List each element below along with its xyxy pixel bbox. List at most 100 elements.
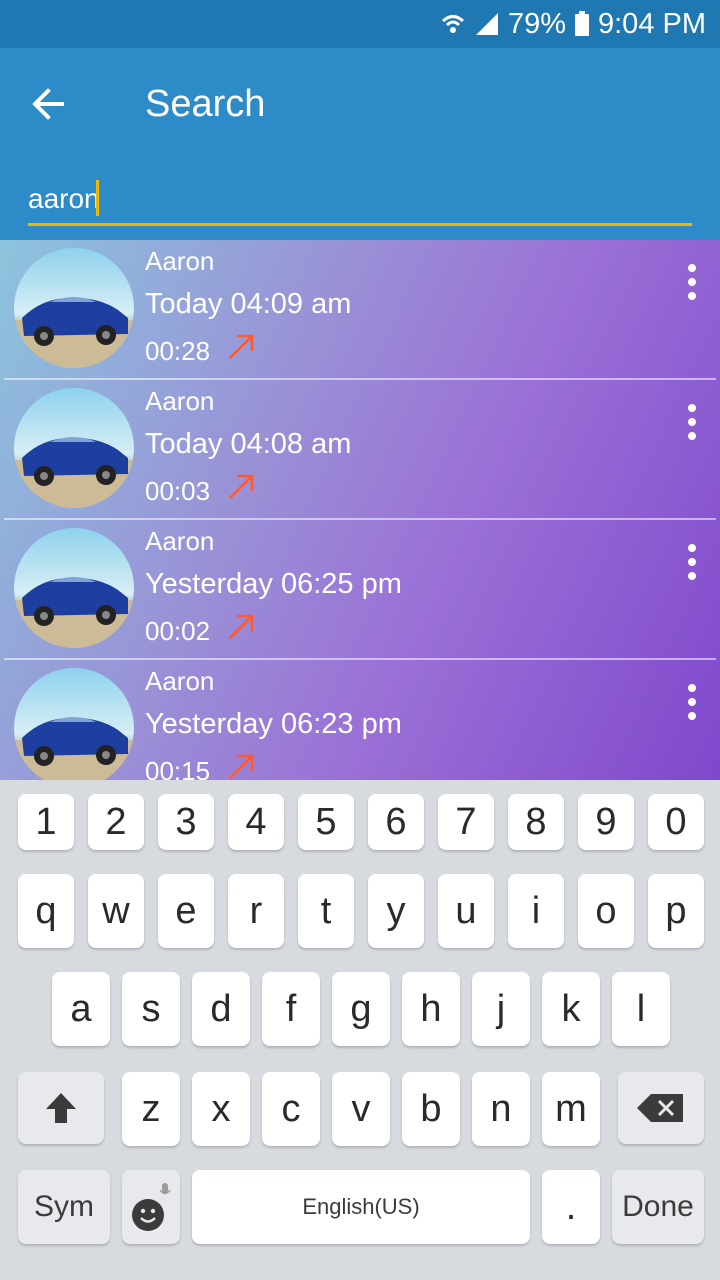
key-p[interactable]: p	[648, 874, 704, 948]
contact-avatar[interactable]	[14, 388, 134, 508]
key-q[interactable]: q	[18, 874, 74, 948]
more-options-button[interactable]	[680, 262, 704, 302]
contact-avatar[interactable]	[14, 668, 134, 780]
car-photo-icon	[14, 528, 134, 648]
signal-icon	[475, 13, 498, 35]
sym-key[interactable]: Sym	[18, 1170, 110, 1244]
search-input[interactable]	[28, 174, 692, 226]
key-9[interactable]: 9	[578, 794, 634, 850]
key-l[interactable]: l	[612, 972, 670, 1046]
more-dot	[688, 572, 696, 580]
more-options-button[interactable]	[680, 542, 704, 582]
app-bar: Search	[0, 48, 720, 240]
key-f[interactable]: f	[262, 972, 320, 1046]
emoji-key[interactable]	[122, 1170, 180, 1244]
more-options-button[interactable]	[680, 402, 704, 442]
status-time: 9:04 PM	[598, 7, 706, 40]
car-photo-icon	[14, 668, 134, 780]
period-key[interactable]: .	[542, 1170, 600, 1244]
key-4[interactable]: 4	[228, 794, 284, 850]
call-time: Today 04:08 am	[145, 428, 352, 460]
key-g[interactable]: g	[332, 972, 390, 1046]
more-dot	[688, 292, 696, 300]
shift-icon	[46, 1093, 76, 1123]
key-w[interactable]: w	[88, 874, 144, 948]
key-o[interactable]: o	[578, 874, 634, 948]
more-dot	[688, 544, 696, 552]
outgoing-call-icon	[229, 614, 254, 639]
done-key[interactable]: Done	[612, 1170, 704, 1244]
call-log-row[interactable]: Aaron Today 04:09 am 00:28	[4, 240, 716, 380]
key-v[interactable]: v	[332, 1072, 390, 1146]
key-3[interactable]: 3	[158, 794, 214, 850]
key-y[interactable]: y	[368, 874, 424, 948]
more-dot	[688, 278, 696, 286]
soft-keyboard: Sym English(US) . Done 1234567890 qwertyu…	[0, 780, 720, 1280]
call-time: Yesterday 06:23 pm	[145, 708, 402, 740]
more-options-button[interactable]	[680, 682, 704, 722]
outgoing-call-icon	[229, 754, 254, 779]
status-icons: 79% 9:04 PM	[440, 6, 706, 42]
call-time: Yesterday 06:25 pm	[145, 568, 402, 600]
text-cursor	[96, 180, 99, 216]
contact-avatar[interactable]	[14, 528, 134, 648]
page-title: Search	[145, 83, 266, 125]
call-log-row[interactable]: Aaron Yesterday 06:23 pm 00:15	[4, 660, 716, 780]
wifi-icon	[441, 15, 464, 33]
key-e[interactable]: e	[158, 874, 214, 948]
more-dot	[688, 712, 696, 720]
call-log-row[interactable]: Aaron Yesterday 06:25 pm 00:02	[4, 520, 716, 660]
key-1[interactable]: 1	[18, 794, 74, 850]
key-i[interactable]: i	[508, 874, 564, 948]
battery-percent: 79%	[507, 7, 566, 40]
key-u[interactable]: u	[438, 874, 494, 948]
key-t[interactable]: t	[298, 874, 354, 948]
key-k[interactable]: k	[542, 972, 600, 1046]
key-0[interactable]: 0	[648, 794, 704, 850]
call-log-row[interactable]: Aaron Today 04:08 am 00:03	[4, 380, 716, 520]
key-m[interactable]: m	[542, 1072, 600, 1146]
backspace-key[interactable]	[618, 1072, 704, 1144]
key-5[interactable]: 5	[298, 794, 354, 850]
key-2[interactable]: 2	[88, 794, 144, 850]
shift-key[interactable]	[18, 1072, 104, 1144]
key-s[interactable]: s	[122, 972, 180, 1046]
space-key[interactable]: English(US)	[192, 1170, 530, 1244]
key-a[interactable]: a	[52, 972, 110, 1046]
car-photo-icon	[14, 388, 134, 508]
arrow-back-icon	[32, 88, 64, 120]
emoji-icon	[132, 1183, 171, 1231]
key-n[interactable]: n	[472, 1072, 530, 1146]
battery-icon	[575, 11, 589, 36]
more-dot	[688, 684, 696, 692]
call-log-list[interactable]: Aaron Today 04:09 am 00:28 Aaron Today 04:08…	[0, 240, 720, 780]
key-h[interactable]: h	[402, 972, 460, 1046]
key-j[interactable]: j	[472, 972, 530, 1046]
outgoing-call-icon	[229, 474, 254, 499]
more-dot	[688, 418, 696, 426]
call-duration: 00:02	[145, 616, 211, 646]
key-x[interactable]: x	[192, 1072, 250, 1146]
more-dot	[688, 432, 696, 440]
backspace-icon	[637, 1094, 683, 1122]
key-b[interactable]: b	[402, 1072, 460, 1146]
call-duration: 00:03	[145, 476, 211, 506]
contact-name: Aaron	[145, 666, 215, 696]
key-d[interactable]: d	[192, 972, 250, 1046]
contact-name: Aaron	[145, 246, 215, 276]
back-button[interactable]	[26, 82, 70, 126]
call-duration: 00:28	[145, 336, 211, 366]
more-dot	[688, 698, 696, 706]
key-c[interactable]: c	[262, 1072, 320, 1146]
key-8[interactable]: 8	[508, 794, 564, 850]
more-dot	[688, 404, 696, 412]
key-r[interactable]: r	[228, 874, 284, 948]
contact-name: Aaron	[145, 386, 215, 416]
call-duration: 00:15	[145, 756, 211, 780]
key-7[interactable]: 7	[438, 794, 494, 850]
key-z[interactable]: z	[122, 1072, 180, 1146]
car-photo-icon	[14, 248, 134, 368]
more-dot	[688, 558, 696, 566]
key-6[interactable]: 6	[368, 794, 424, 850]
contact-avatar[interactable]	[14, 248, 134, 368]
